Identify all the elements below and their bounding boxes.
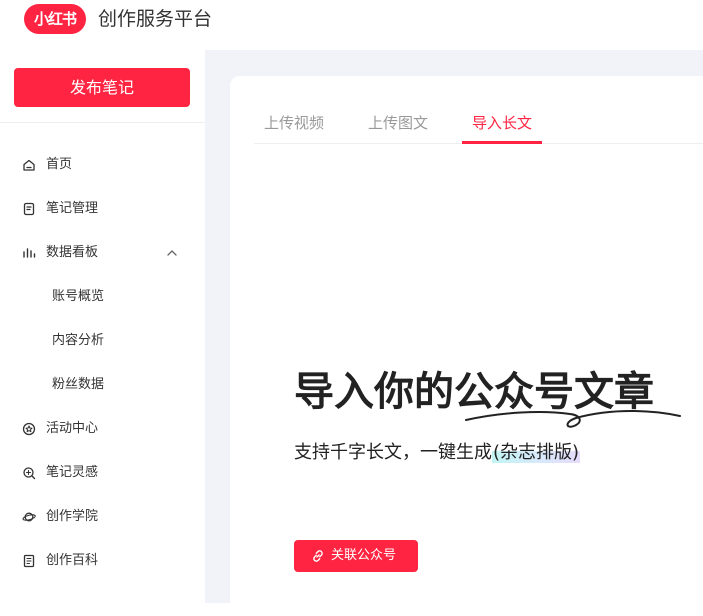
top-header: 小红书 创作服务平台 — [0, 0, 703, 50]
chevron-up-icon[interactable] — [166, 247, 178, 259]
bar-chart-icon — [23, 248, 36, 258]
sidebar-item-label: 笔记管理 — [46, 201, 99, 216]
sidebar-subitem-content-analysis[interactable]: 内容分析 — [0, 326, 205, 356]
sidebar-item-label: 笔记灵感 — [46, 465, 99, 480]
hero-swoosh-decoration — [465, 410, 681, 428]
book-icon — [23, 554, 35, 568]
sidebar-item-note-management[interactable]: 笔记管理 — [0, 194, 205, 224]
sidebar-subitem-label: 内容分析 — [52, 333, 105, 348]
link-icon — [313, 550, 323, 562]
sidebar-item-label: 首页 — [46, 157, 73, 172]
hero-subtitle-highlight: (杂志排版) — [492, 442, 581, 463]
sidebar-item-creator-wiki[interactable]: 创作百科 — [0, 546, 205, 576]
publish-note-button[interactable]: 发布笔记 — [14, 68, 190, 107]
inspiration-icon — [23, 467, 36, 480]
hero-subtitle-text: 支持千字长文，一键生成 — [294, 442, 492, 463]
active-tab-indicator — [462, 141, 542, 144]
home-icon — [23, 159, 35, 171]
sidebar: 发布笔记 首页 笔记管理 数据看板 账号概览 内容分析 粉丝数据 活动中心 笔记… — [0, 50, 205, 603]
tab-upload-image-text[interactable]: 上传图文 — [358, 103, 438, 143]
content-card — [230, 76, 703, 616]
sidebar-item-label: 创作百科 — [46, 553, 99, 568]
link-official-account-label: 关联公众号 — [331, 548, 397, 563]
sidebar-item-activity-center[interactable]: 活动中心 — [0, 414, 205, 444]
sidebar-item-creator-academy[interactable]: 创作学院 — [0, 502, 205, 532]
sidebar-subitem-label: 账号概览 — [52, 289, 105, 304]
sidebar-subitem-fan-data[interactable]: 粉丝数据 — [0, 370, 205, 400]
sidebar-item-home[interactable]: 首页 — [0, 150, 205, 180]
planet-icon — [22, 512, 36, 522]
sidebar-subitem-account-overview[interactable]: 账号概览 — [0, 282, 205, 312]
sidebar-item-data-dashboard[interactable]: 数据看板 — [0, 238, 205, 268]
app-title: 创作服务平台 — [98, 8, 213, 30]
brand-logo[interactable]: 小红书 — [24, 4, 86, 34]
sidebar-item-note-inspiration[interactable]: 笔记灵感 — [0, 458, 205, 488]
tab-upload-video[interactable]: 上传视频 — [254, 103, 334, 143]
sidebar-item-label: 活动中心 — [46, 421, 99, 436]
hero-subtitle: 支持千字长文，一键生成(杂志排版) — [294, 438, 581, 468]
link-official-account-button[interactable]: 关联公众号 — [294, 540, 418, 572]
badge-icon — [22, 422, 36, 436]
sidebar-divider — [0, 122, 205, 123]
sidebar-item-label: 数据看板 — [46, 245, 99, 260]
sidebar-item-label: 创作学院 — [46, 509, 99, 524]
tab-import-long-article[interactable]: 导入长文 — [462, 103, 542, 143]
sidebar-subitem-label: 粉丝数据 — [52, 377, 105, 392]
note-icon — [23, 202, 35, 216]
